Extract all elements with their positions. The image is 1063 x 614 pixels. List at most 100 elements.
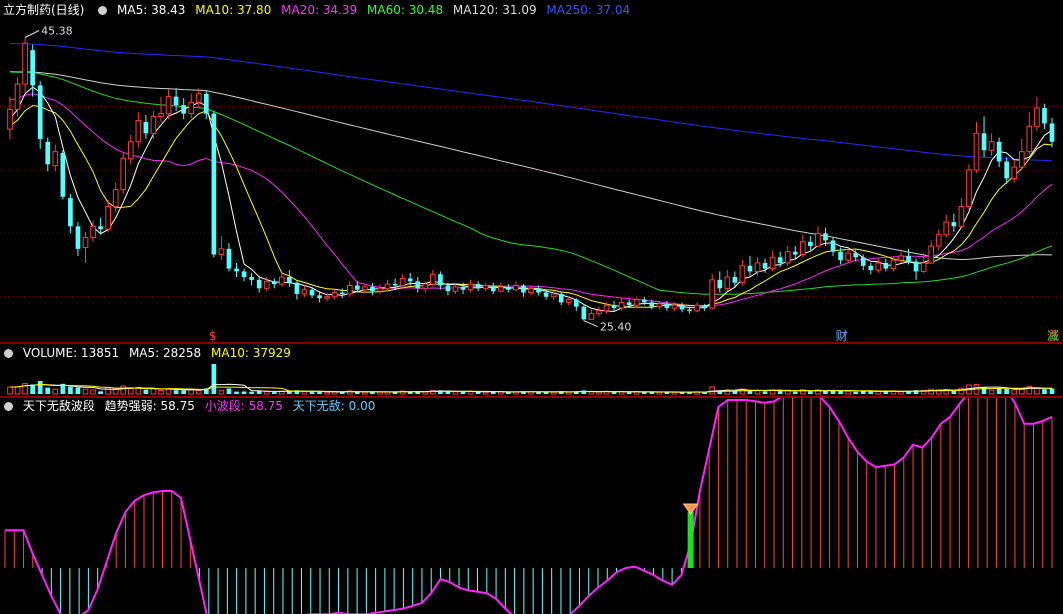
candle-body	[641, 299, 647, 303]
candle-body	[1004, 161, 1010, 179]
candle-body	[278, 276, 285, 285]
candle-body	[68, 198, 73, 227]
ma20-label: MA20: 34.39	[281, 3, 358, 17]
price-chart[interactable]: 45.3825.40$ 财涨减	[0, 0, 1063, 342]
buy-signal-bar	[687, 512, 694, 568]
candle-body	[838, 251, 843, 261]
volume-bar	[271, 392, 277, 394]
candle-body	[445, 285, 451, 292]
reduction-marker: 减	[1047, 329, 1059, 342]
candle-body	[120, 158, 127, 191]
candle-body	[1034, 107, 1040, 127]
candle-body	[928, 245, 935, 264]
candle-body	[165, 96, 172, 115]
candle-body	[317, 295, 322, 299]
candle-body	[1042, 107, 1047, 124]
candle-body	[301, 289, 308, 295]
volume-bar	[1034, 387, 1040, 395]
price-panel[interactable]: 立方制药(日线) MA5: 38.43 MA10: 37.80 MA20: 34…	[0, 0, 1063, 342]
candle-body	[294, 282, 300, 294]
volume-bar	[996, 388, 1002, 394]
volume-bar	[150, 388, 157, 395]
candle-body	[853, 253, 859, 258]
candle-body	[845, 252, 851, 261]
volume-bar	[249, 391, 254, 394]
volume-bar	[709, 386, 716, 395]
candle-body	[415, 281, 421, 289]
price-legend: 立方制药(日线) MA5: 38.43 MA10: 37.80 MA20: 34…	[0, 2, 636, 18]
candle-body	[407, 278, 413, 282]
candle-body	[362, 286, 368, 291]
indicator-panel[interactable]: 天下无敌波段 趋势强弱: 58.75 小波段: 58.75 天下无敌: 0.00	[0, 398, 1063, 614]
volume-bar	[218, 389, 225, 395]
candle-body	[173, 96, 179, 106]
volume-bar	[1004, 388, 1010, 394]
candle-body	[392, 284, 398, 286]
volume-bar	[988, 389, 995, 395]
indicator-settings-icon[interactable]	[98, 6, 108, 15]
candle-body	[438, 274, 443, 286]
volume-bar	[1011, 389, 1018, 395]
volume-bar	[120, 385, 127, 395]
candle-body	[82, 237, 89, 248]
candle-body	[482, 285, 489, 289]
candle-body	[724, 276, 731, 289]
volume-bar	[127, 388, 134, 395]
candle-body	[143, 122, 149, 134]
volume-bar	[158, 389, 164, 395]
ma10-label: MA10: 37.80	[195, 3, 272, 17]
volume-bar	[241, 391, 247, 394]
candle-body	[739, 265, 746, 284]
candle-body	[218, 248, 225, 255]
candle-body	[543, 292, 549, 297]
indicator-chart[interactable]	[0, 398, 1063, 614]
candle-body	[943, 221, 950, 236]
volume-panel[interactable]: VOLUME: 13851 MA5: 28258 MA10: 37929	[0, 345, 1063, 396]
candle-body	[898, 255, 904, 261]
candle-body	[709, 279, 716, 309]
candle-body	[490, 285, 496, 292]
candle-body	[497, 286, 504, 292]
candle-body	[370, 286, 375, 292]
candle-body	[37, 85, 43, 139]
candle-body	[573, 299, 579, 307]
volume-bar	[687, 392, 692, 394]
volume-bar	[68, 386, 73, 394]
volume-settings-icon[interactable]	[4, 349, 13, 358]
volume-bar	[37, 380, 43, 394]
volume-bar	[45, 387, 51, 394]
candle-body	[45, 141, 51, 165]
candle-body	[1049, 123, 1055, 142]
candle-body	[536, 288, 541, 293]
candle-body	[513, 285, 519, 291]
volume-bar	[928, 388, 935, 395]
candle-body	[324, 296, 330, 299]
candle-body	[346, 285, 353, 295]
volume-bar	[565, 391, 572, 395]
candle-body	[475, 284, 481, 289]
candle-body	[830, 240, 836, 252]
volume-bar	[14, 386, 21, 395]
candle-body	[633, 299, 640, 306]
ma10-line	[9, 105, 1053, 308]
candle-body	[966, 169, 972, 208]
candle-body	[920, 262, 927, 272]
volume-bar	[898, 391, 904, 395]
candle-body	[287, 277, 292, 283]
candle-body	[588, 313, 595, 320]
candle-body	[815, 232, 821, 247]
indicator-panel-settings-icon[interactable]	[4, 402, 13, 411]
candle-body	[52, 151, 59, 167]
candle-body	[883, 262, 889, 269]
candle-body	[60, 153, 66, 197]
candle-body	[687, 309, 692, 311]
candle-body	[150, 115, 157, 134]
earnings-marker: 财	[836, 329, 848, 342]
volume-bar	[377, 391, 383, 395]
high-price-label: 45.38	[41, 25, 73, 38]
candle-body	[799, 241, 806, 255]
volume-bar	[1042, 389, 1047, 394]
candle-body	[226, 248, 232, 269]
volume-bar	[211, 364, 217, 394]
candle-body	[7, 108, 13, 130]
